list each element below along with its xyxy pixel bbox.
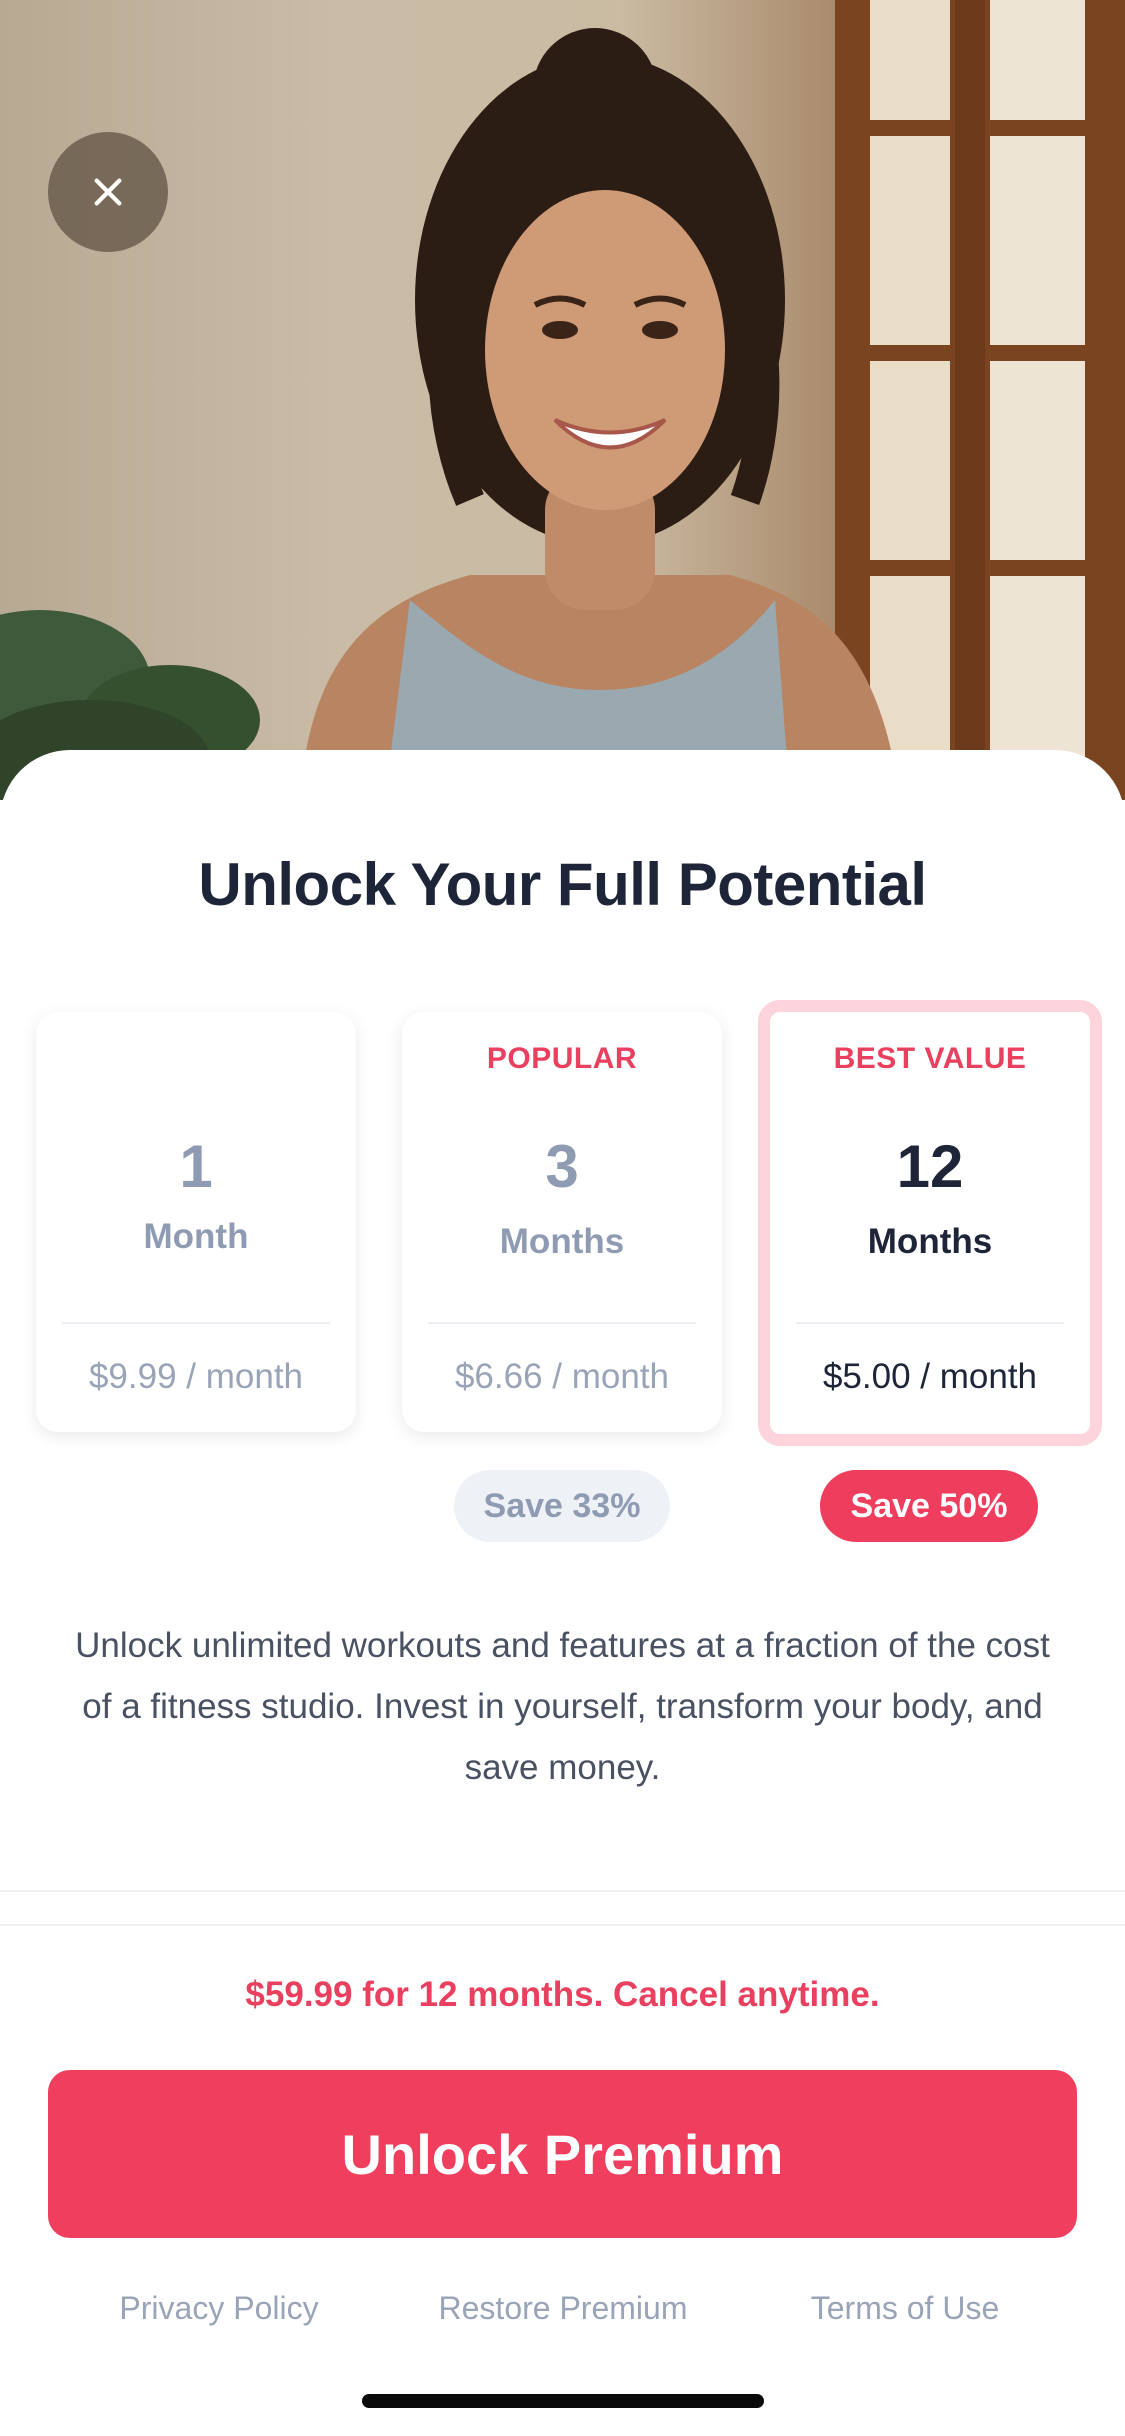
plan-duration-number: 3 [545,1133,579,1200]
divider [0,1890,1125,1892]
savings-badge-50: Save 50% [820,1470,1038,1542]
plan-tag-popular: POPULAR [486,1042,638,1075]
hero-photo [0,0,1125,800]
restore-premium-link[interactable]: Restore Premium [422,2290,704,2327]
plan-duration-unit: Months [499,1222,625,1261]
hero-illustration [0,0,1125,800]
description-text: Unlock unlimited workouts and features a… [75,1626,1050,1787]
plan-duration-unit: Month [143,1217,249,1256]
plan-price: $5.00 / month [822,1357,1038,1396]
privacy-policy-link[interactable]: Privacy Policy [98,2290,340,2327]
page-title: Unlock Your Full Potential [198,851,927,918]
price-summary: $59.99 for 12 months. Cancel anytime. [245,1975,880,2014]
paywall-sheet: Unlock Your Full Potential 1 Month $9.99… [0,750,1125,2436]
savings-badge-33: Save 33% [454,1470,670,1542]
home-indicator [362,2394,764,2408]
plan-divider [62,1322,330,1324]
plan-card-3-months[interactable]: POPULAR 3 Months $6.66 / month [402,1012,722,1432]
plan-price: $6.66 / month [454,1357,670,1396]
terms-of-use-link[interactable]: Terms of Use [790,2290,1020,2327]
plan-duration-unit: Months [867,1222,993,1261]
plan-card-1-month[interactable]: 1 Month $9.99 / month [36,1012,356,1432]
unlock-premium-button[interactable]: Unlock Premium [48,2070,1077,2238]
plan-tag-best-value: BEST VALUE [833,1042,1027,1075]
plan-price: $9.99 / month [88,1357,304,1396]
plan-duration-number: 1 [179,1133,213,1200]
plan-card-12-months[interactable]: BEST VALUE 12 Months $5.00 / month [758,1000,1102,1446]
plan-divider [796,1322,1064,1324]
divider [0,1924,1125,1926]
close-button[interactable] [48,132,168,252]
close-icon [94,178,122,206]
plan-duration-number: 12 [896,1133,964,1200]
plan-divider [428,1322,696,1324]
